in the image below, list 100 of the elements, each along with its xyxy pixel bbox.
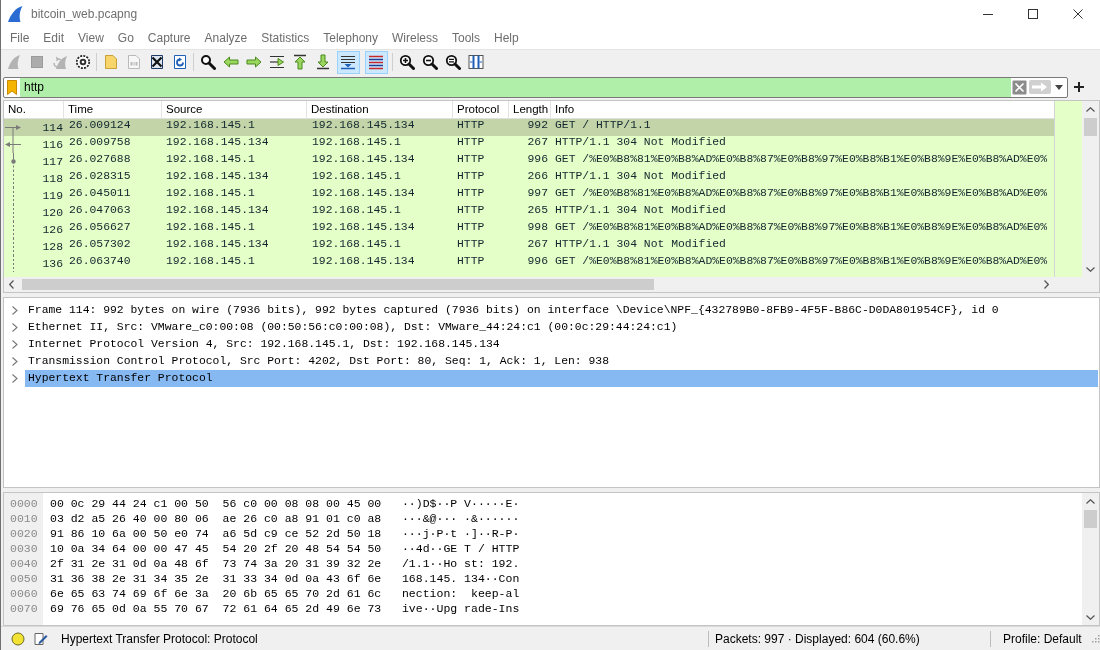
- menu-item[interactable]: Tools: [445, 31, 487, 45]
- table-cell-text: GET /%E0%B8%81%E0%B8%AD%E0%B8%87%E0%B8%97%E0%B8%B1%E0%B8%9E%E0%B8%AD%E0%: [554, 187, 1049, 201]
- scroll-down-lines-icon: [340, 54, 356, 70]
- colorize-button[interactable]: [364, 50, 388, 74]
- caret-right-icon[interactable]: [1044, 280, 1049, 289]
- table-cell-text: 996: [526, 153, 549, 167]
- table-cell-text: HTTP/1.1 304 Not Modified: [554, 136, 727, 150]
- ascii-text: 168.145.: [401, 572, 458, 585]
- table-cell-text: 116: [41, 138, 64, 151]
- column-header[interactable]: Time: [64, 101, 162, 118]
- column-header[interactable]: Protocol: [453, 101, 509, 118]
- auto-scroll-button[interactable]: [336, 50, 360, 74]
- byte-offset: 0050: [10, 571, 39, 586]
- edit-comment-icon[interactable]: [33, 630, 49, 647]
- hex-bytes: 72 61 64 65 2d 49 6e 73: [222, 602, 382, 615]
- caret-down-icon[interactable]: [1055, 84, 1063, 90]
- caret-down-icon[interactable]: [1086, 267, 1095, 272]
- expert-info-icon[interactable]: [11, 631, 25, 646]
- chevron-right-icon[interactable]: [11, 340, 18, 349]
- caret-up-icon[interactable]: [1086, 499, 1095, 504]
- table-cell-text: 114: [41, 121, 64, 134]
- table-cell-text: 997: [526, 187, 549, 201]
- table-cell-text: 192.168.145.1: [165, 187, 256, 201]
- caret-down-icon[interactable]: [1086, 615, 1095, 620]
- clear-icon[interactable]: [1012, 79, 1027, 95]
- bookmark-icon[interactable]: [7, 79, 17, 95]
- menu-item[interactable]: Help: [487, 31, 526, 45]
- table-cell-text: GET /%E0%B8%81%E0%B8%AD%E0%B8%87%E0%B8%97%E0%B8%B1%E0%B8%9E%E0%B8%AD%E0%: [554, 153, 1049, 167]
- tree-item[interactable]: Transmission Control Protocol, Src Port: 4202, Dst Port: 80, Seq: 1, Ack: 1, Len: 938: [25, 353, 1098, 370]
- table-cell-text: 992: [526, 119, 549, 133]
- table-cell-text: GET / HTTP/1.1: [554, 119, 652, 133]
- column-header[interactable]: Source: [162, 101, 307, 118]
- menu-item[interactable]: Go: [110, 31, 141, 45]
- table-cell-text: 26.056627: [68, 221, 132, 235]
- ascii-text: 134··Con: [464, 572, 520, 585]
- table-cell-text: 192.168.145.134: [311, 187, 416, 201]
- hex-bytes: ae 26 c0 a8 91 01 c0 a8: [222, 512, 382, 525]
- menu-item[interactable]: Statistics: [254, 31, 317, 45]
- table-cell-text: HTTP: [456, 187, 486, 201]
- packet-color-map[interactable]: [1054, 101, 1082, 277]
- profile-text[interactable]: Profile: Default: [991, 631, 1089, 646]
- chevron-right-icon[interactable]: [11, 374, 18, 383]
- scrollbar-thumb[interactable]: [1084, 510, 1097, 528]
- menu-item[interactable]: Edit: [36, 31, 72, 45]
- menu-item[interactable]: Wireless: [385, 31, 445, 45]
- tree-item[interactable]: Hypertext Transfer Protocol: [25, 370, 1098, 387]
- maximize-icon: [1027, 8, 1038, 19]
- hex-bytes: 54 20 2f 20 48 54 54 50: [222, 542, 382, 555]
- caret-up-icon[interactable]: [1086, 107, 1095, 112]
- table-cell-text: 192.168.145.134: [311, 153, 416, 167]
- right-arrow-icon: [245, 54, 262, 70]
- menu-item[interactable]: View: [71, 31, 111, 45]
- menu-item[interactable]: Capture: [140, 31, 198, 45]
- stop-square-icon: [28, 54, 45, 70]
- column-header[interactable]: Destination: [307, 101, 453, 118]
- table-cell-text: 192.168.145.134: [165, 136, 270, 150]
- column-resize-icon: [467, 54, 484, 70]
- menu-item[interactable]: File: [3, 31, 37, 45]
- scrollbar-thumb[interactable]: [22, 279, 654, 290]
- chevron-right-icon[interactable]: [11, 306, 18, 315]
- table-cell-text: 26.027688: [68, 153, 132, 167]
- display-filter-field[interactable]: http: [20, 77, 1011, 97]
- vertical-scrollbar[interactable]: [1082, 493, 1099, 625]
- binary-file-icon: [125, 54, 142, 70]
- file-close-icon: [148, 54, 165, 70]
- column-header[interactable]: Length: [509, 101, 551, 118]
- hex-bytes: 10 0a 34 64 00 00 47 45: [50, 542, 209, 555]
- chevron-right-icon[interactable]: [11, 357, 18, 366]
- table-cell-text: 266: [526, 170, 549, 184]
- chevron-right-icon[interactable]: [11, 323, 18, 332]
- byte-offset: 0010: [10, 511, 39, 526]
- tree-item[interactable]: Internet Protocol Version 4, Src: 192.168.145.1, Dst: 192.168.145.134: [25, 336, 1098, 353]
- byte-offset: 0040: [10, 556, 39, 571]
- plus-icon[interactable]: [1074, 82, 1084, 92]
- hex-bytes: 31 33 34 0d 0a 43 6f 6e: [222, 572, 382, 585]
- table-cell-text: HTTP: [456, 170, 486, 184]
- table-cell-text: 192.168.145.1: [165, 255, 256, 269]
- tree-item[interactable]: Frame 114: 992 bytes on wire (7936 bits), 992 bytes captured (7936 bits) on interface \Device\NPF_{432789B0-8FB9-4F5F-B86C-D0DA801954CF}, id 0: [25, 302, 1098, 319]
- table-cell-text: 192.168.145.134: [311, 255, 416, 269]
- scrollbar-thumb[interactable]: [1084, 118, 1097, 136]
- hex-bytes: 73 74 3a 20 31 39 32 2e: [222, 557, 382, 570]
- ascii-text: T / HTTP: [464, 542, 520, 555]
- menu-item[interactable]: Telephony: [316, 31, 385, 45]
- resize-grip-icon[interactable]: [1091, 634, 1100, 643]
- vertical-scrollbar[interactable]: [1082, 101, 1099, 277]
- packet-row[interactable]: 114 26.009124 192.168.145.1 192.168.145.134 HTTP 992 GET / HTTP/1.1: [4, 119, 1054, 136]
- column-header[interactable]: Info: [551, 101, 1054, 118]
- column-header[interactable]: No.: [4, 101, 64, 118]
- striped-lines-icon: [368, 54, 384, 70]
- table-cell-text: 192.168.145.1: [165, 119, 256, 133]
- table-cell-text: 998: [526, 221, 549, 235]
- tree-item[interactable]: Ethernet II, Src: VMware_c0:00:08 (00:50:56:c0:00:08), Dst: VMware_44:24:c1 (00:0c:29:44:24:c1): [25, 319, 1098, 336]
- left-arrow-icon: [222, 54, 239, 70]
- menu-item[interactable]: Analyze: [197, 31, 255, 45]
- hex-bytes: a6 5d c9 ce 52 2d 50 18: [222, 527, 382, 540]
- ascii-text: ·&······: [464, 512, 520, 525]
- caret-left-icon[interactable]: [9, 280, 14, 289]
- horizontal-scrollbar[interactable]: [4, 277, 1054, 292]
- table-cell-text: HTTP/1.1 304 Not Modified: [554, 238, 727, 252]
- table-cell-text: HTTP: [456, 221, 486, 235]
